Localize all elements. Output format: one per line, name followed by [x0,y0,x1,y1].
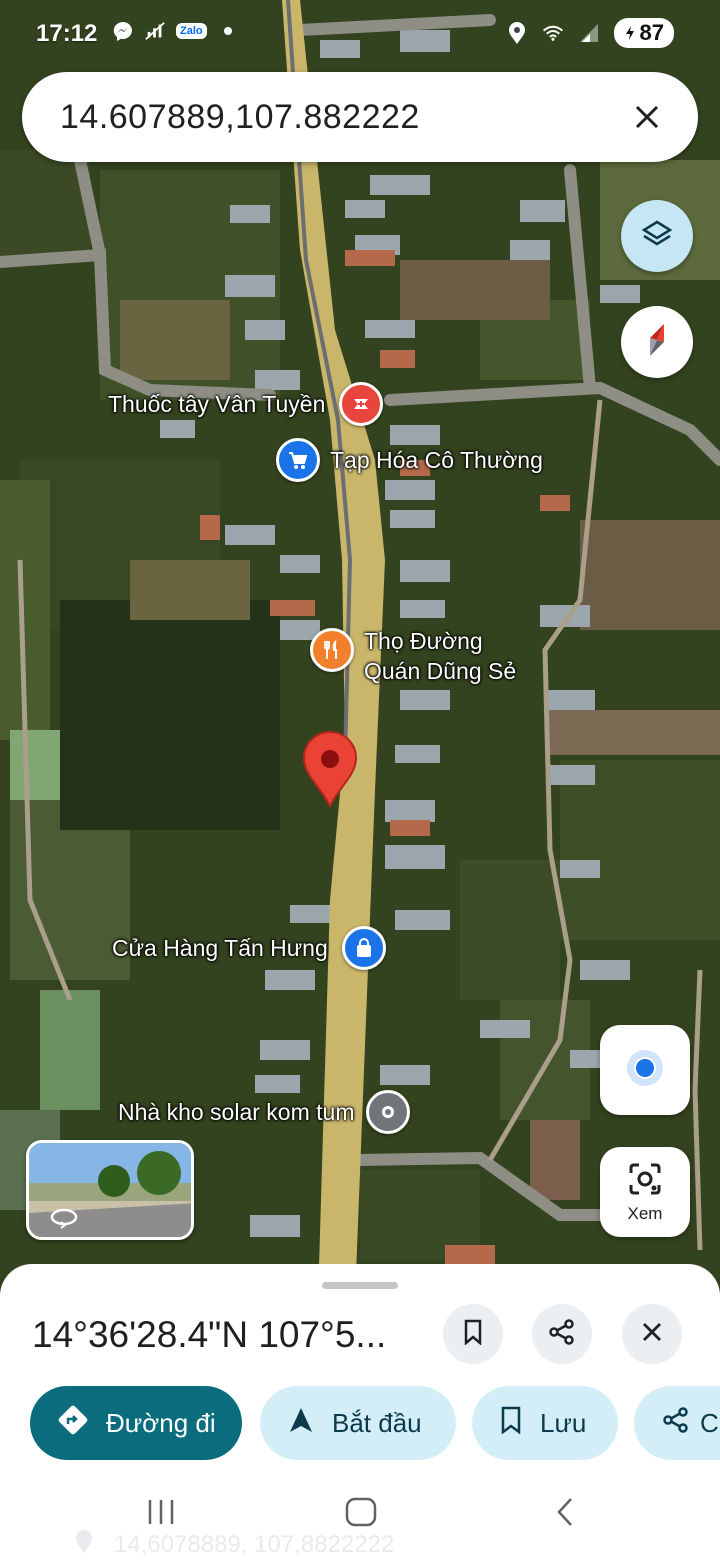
place-label: Thuốc tây Vân Tuyền [108,391,326,417]
search-bar[interactable]: 14.607889,107.882222 [22,72,698,162]
place-grocery[interactable]: Tạp Hóa Cô Thường [276,438,543,482]
home-button[interactable] [336,1492,386,1536]
back-icon [553,1496,577,1533]
save-label: Lưu [540,1407,587,1438]
save-bookmark-button[interactable] [443,1304,503,1364]
system-nav-bar [0,1468,720,1560]
dot-icon [217,20,239,42]
place-label: Nhà kho solar kom tum [118,1099,355,1125]
action-chip-row[interactable]: Đường đi Bắt đầu Lưu C [0,1384,720,1464]
close-sheet-button[interactable] [622,1304,682,1364]
bookmark-icon [500,1406,540,1441]
sheet-drag-handle[interactable] [322,1282,398,1289]
close-icon[interactable] [622,92,672,142]
status-bar: 17:12 Zalo 87 [0,0,720,66]
share-icon [548,1318,576,1351]
start-label: Bắt đầu [332,1407,422,1438]
layers-icon [640,217,674,256]
pharmacy-icon [339,382,384,426]
close-icon [641,1321,663,1348]
share-button[interactable] [532,1304,592,1364]
place-label: Tạp Hóa Cô Thường [330,447,543,473]
bookmark-icon [463,1319,483,1350]
directions-icon [58,1405,106,1442]
rotate-360-icon [49,1205,79,1234]
shopping-cart-icon [276,438,320,482]
status-time: 17:12 [36,20,98,47]
recent-apps-button[interactable] [136,1492,186,1536]
home-icon [344,1497,378,1532]
battery-icon: 87 [613,18,674,48]
cell-signal-icon [578,22,600,44]
back-button[interactable] [540,1492,590,1536]
place-warehouse[interactable]: Nhà kho solar kom tum [118,1090,411,1134]
place-label-line2: Quán Dũng Sẻ [364,658,517,684]
place-label: Cửa Hàng Tấn Hưng [112,935,328,961]
street-view-thumbnail[interactable] [26,1140,194,1240]
coordinates-title: 14°36'28.4"N 107°5... [32,1314,387,1355]
lens-button[interactable]: Xem [600,1147,690,1237]
share-chip[interactable]: C [634,1386,720,1460]
compass-icon [642,320,672,365]
compass-button[interactable] [621,306,693,378]
camera-lens-icon [627,1161,663,1202]
location-icon [506,22,528,44]
my-location-icon [623,1046,667,1095]
save-button[interactable]: Lưu [472,1386,618,1460]
place-restaurant[interactable]: Thọ Đường Quán Dũng Sẻ [310,626,516,686]
search-input[interactable]: 14.607889,107.882222 [60,98,420,137]
wifi-icon [542,22,564,44]
restaurant-icon [310,628,354,672]
messenger-icon [112,20,134,42]
recent-apps-icon [146,1497,176,1532]
lens-label: Xem [627,1203,663,1223]
place-store[interactable]: Cửa Hàng Tấn Hưng [112,926,386,970]
signal-slash-icon [144,20,166,42]
navigation-arrow-icon [288,1406,332,1441]
battery-level: 87 [639,20,664,45]
shopping-bag-icon [341,926,386,970]
start-button[interactable]: Bắt đầu [260,1386,456,1460]
place-pharmacy[interactable]: Thuốc tây Vân Tuyền [108,382,384,426]
my-location-button[interactable] [600,1025,690,1115]
place-pin-icon [366,1090,411,1134]
place-label-line1: Thọ Đường [364,628,483,654]
zalo-icon: Zalo [176,23,207,39]
map-view[interactable]: Thuốc tây Vân Tuyền Tạp Hóa Cô Thường Th… [0,0,720,1300]
share-label: C [700,1407,719,1438]
directions-label: Đường đi [106,1407,216,1438]
layers-button[interactable] [621,200,693,272]
directions-button[interactable]: Đường đi [30,1386,242,1460]
